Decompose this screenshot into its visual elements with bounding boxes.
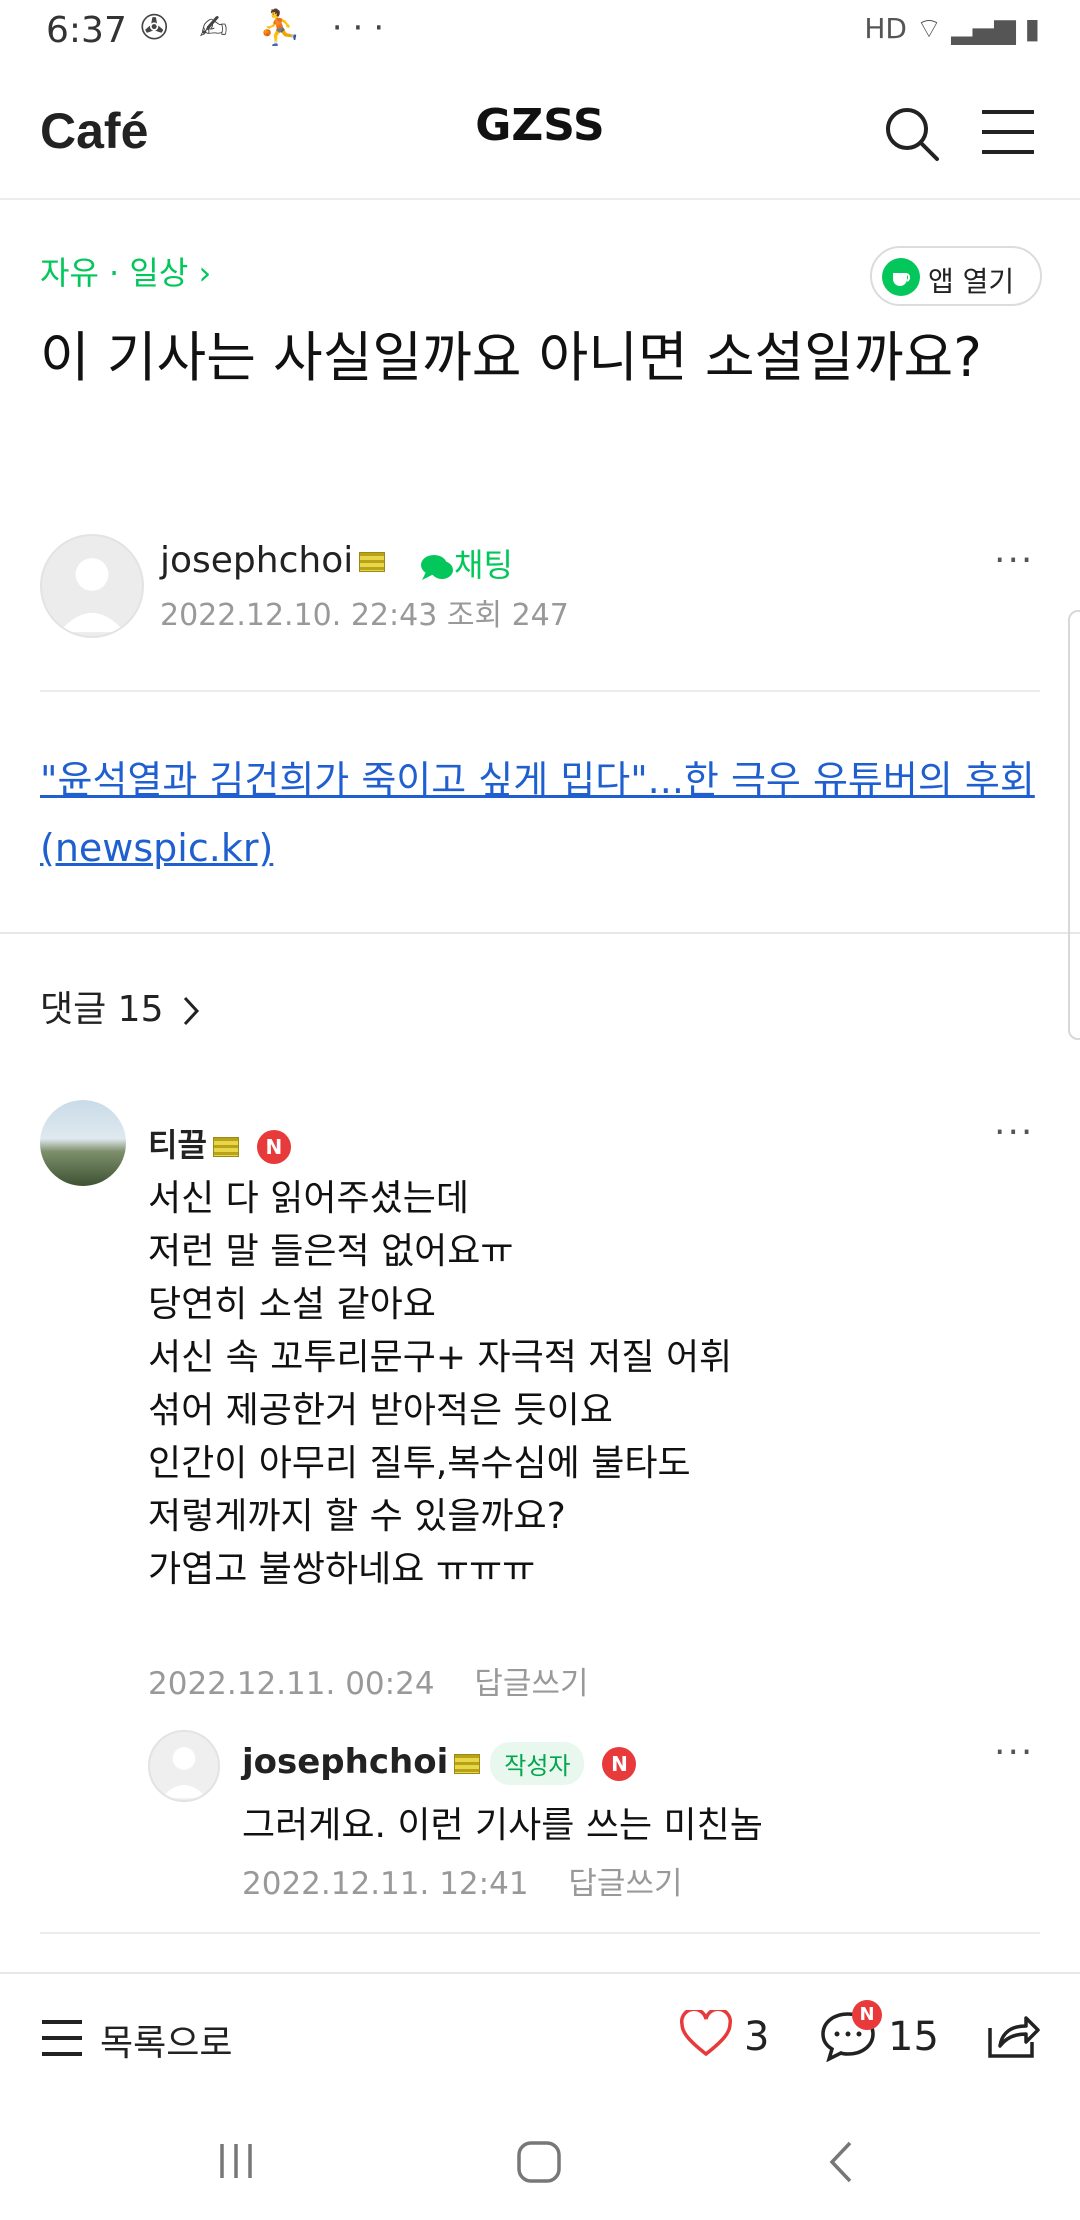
comment-body: 서신 다 읽어주셨는데 저런 말 들은적 없어요ㅠ 당연히 소설 같아요 서신 … <box>148 1172 1028 1596</box>
chat-label: 채팅 <box>454 546 513 584</box>
divider <box>40 690 1040 692</box>
scroll-handle[interactable] <box>1068 610 1080 1040</box>
chat-button[interactable]: 채팅 <box>420 540 513 586</box>
bottom-action-bar: 목록으로 3 N 15 <box>0 1972 1080 2102</box>
divider <box>40 1932 1040 1934</box>
comment-line: 당연히 소설 같아요 <box>148 1284 436 1325</box>
board-link[interactable]: 자유 · 일상 › <box>40 248 211 294</box>
new-badge: N <box>256 1130 291 1164</box>
post-date: 2022.12.10. 22:43 <box>160 598 438 633</box>
author-name[interactable]: josephchoi <box>160 540 386 581</box>
comment-line: 저렇게까지 할 수 있을까요? <box>148 1496 566 1537</box>
comment-count: 15 <box>888 2014 939 2060</box>
comment-more-icon[interactable]: ··· <box>994 1112 1034 1153</box>
new-badge: N <box>602 1746 637 1781</box>
system-status-icons: HD ⌔ ▂▄▆ ▮ <box>864 12 1040 45</box>
reply-author[interactable]: josephchoi 작성자 N <box>242 1742 637 1785</box>
app-icon <box>882 258 920 296</box>
status-bar: 6:37 ✇ ✍ ⛹ ··· HD ⌔ ▂▄▆ ▮ <box>0 0 1080 66</box>
reply-date: 2022.12.11. 12:41 <box>242 1866 529 1902</box>
comment-count-label: 댓글 15 <box>40 989 164 1030</box>
comment-count-link[interactable]: 댓글 15 <box>40 980 203 1032</box>
list-icon[interactable] <box>40 2018 84 2058</box>
post-more-icon[interactable]: ··· <box>994 540 1034 581</box>
reply-write-button[interactable]: 답글쓰기 <box>568 1866 682 1902</box>
list-button[interactable]: 목록으로 <box>100 2014 232 2066</box>
rank-icon <box>359 552 386 572</box>
commenter-name[interactable]: 티끌 N <box>148 1120 291 1166</box>
divider <box>0 932 1080 934</box>
app-open-button[interactable]: 앱 열기 <box>870 246 1042 306</box>
chevron-right-icon <box>183 996 199 1026</box>
notification-icons: ✇ ✍ ⛹ ··· <box>140 8 395 48</box>
post-meta: 2022.12.10. 22:43 조회 247 <box>160 590 569 634</box>
app-header: Café GZSS <box>0 66 1080 200</box>
rank-icon <box>212 1137 239 1157</box>
chat-icon <box>421 555 453 580</box>
back-icon[interactable] <box>826 2140 856 2184</box>
commenter-avatar[interactable] <box>40 1100 126 1186</box>
comment-meta: 2022.12.11. 00:24 답글쓰기 <box>148 1658 589 1703</box>
home-icon[interactable] <box>516 2140 562 2184</box>
like-count: 3 <box>744 2014 770 2060</box>
menu-icon[interactable] <box>980 104 1036 160</box>
status-time: 6:37 <box>46 10 127 51</box>
system-nav-bar <box>0 2100 1080 2220</box>
comment-line: 서신 속 꼬투리문구+ 자극적 저질 어휘 <box>148 1337 733 1378</box>
app-open-label: 앱 열기 <box>928 265 1015 298</box>
search-icon[interactable] <box>882 104 942 164</box>
reply-body: 그러게요. 이런 기사를 쓰는 미친놈 <box>242 1805 763 1846</box>
heart-icon[interactable] <box>680 2010 732 2058</box>
share-icon[interactable] <box>986 2010 1040 2060</box>
reply-more-icon[interactable]: ··· <box>994 1732 1034 1773</box>
comment-line: 가엽고 불쌍하네요 ㅠㅠㅠ <box>148 1549 536 1590</box>
reply-author-text: josephchoi <box>242 1742 449 1782</box>
author-tag: 작성자 <box>490 1742 585 1785</box>
comment-line: 서신 다 읽어주셨는데 <box>148 1178 469 1219</box>
comment-new-badge: N <box>852 2000 882 2030</box>
author-avatar[interactable] <box>40 534 144 638</box>
comment-line: 인간이 아무리 질투,복수심에 불타도 <box>148 1443 691 1484</box>
comment-date: 2022.12.11. 00:24 <box>148 1666 435 1702</box>
author-name-text: josephchoi <box>160 540 354 581</box>
reply-avatar[interactable] <box>148 1730 220 1802</box>
article-link[interactable]: "윤석열과 김건희가 죽이고 싶게 밉다"...한 극우 유튜버의 후회 (ne… <box>40 746 1040 882</box>
comment-line: 섞어 제공한거 받아적은 듯이요 <box>148 1390 613 1431</box>
rank-icon <box>454 1753 481 1774</box>
reply-meta: 2022.12.11. 12:41 답글쓰기 <box>242 1858 683 1903</box>
reply-write-button[interactable]: 답글쓰기 <box>474 1666 588 1702</box>
post-views: 조회 247 <box>446 598 569 633</box>
recent-apps-icon[interactable] <box>216 2142 256 2180</box>
commenter-name-text: 티끌 <box>148 1126 207 1164</box>
comment-line: 저런 말 들은적 없어요ㅠ <box>148 1231 514 1272</box>
post-title: 이 기사는 사실일까요 아니면 소설일까요? <box>40 326 982 389</box>
